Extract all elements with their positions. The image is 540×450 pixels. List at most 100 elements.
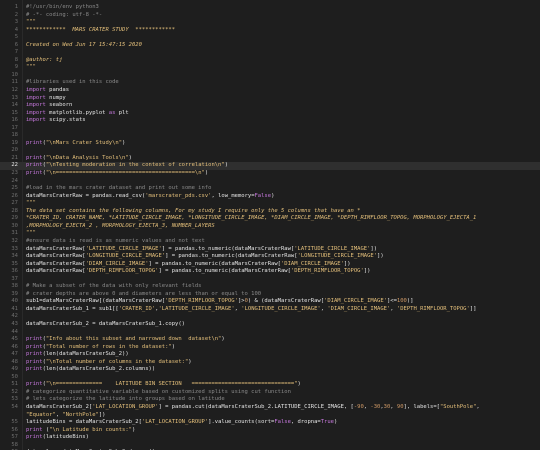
code-line[interactable]: 52 # categorize quantitative variable bas… — [0, 389, 540, 397]
code-line[interactable]: 47 print(len(dataMarsCraterSub_2)) — [0, 351, 540, 359]
code-line[interactable]: 13 import numpy — [0, 95, 540, 103]
code-token-fn: ], labels=[ — [403, 403, 440, 410]
code-token-fn: dataMarsCraterRaw[ — [26, 268, 86, 275]
code-line[interactable]: 58 — [0, 442, 540, 450]
code-token-kw: print — [26, 434, 43, 441]
code-line[interactable]: 11 #libraries used in this code — [0, 79, 540, 87]
code-token-str: 'LATITUDE_CIRCLE_IMAGE' — [294, 245, 371, 252]
code-line[interactable]: 37 — [0, 276, 540, 284]
code-line[interactable]: 15 import matplotlib.pyplot as plt — [0, 110, 540, 118]
code-line[interactable]: 30 ,MORPHOLOGY_EJECTA_2 , MORPHOLOGY_EJEC… — [0, 223, 540, 231]
code-line[interactable]: 46 print("Total number of rows in the dat… — [0, 344, 540, 352]
code-text: dataMarsCraterSub_2 = dataMarsCraterSub_… — [26, 321, 185, 329]
code-token-fn: dataMarsCraterSub_2 = dataMarsCraterSub_… — [26, 320, 185, 327]
line-number: 13 — [11, 94, 18, 101]
code-line[interactable]: 49 print(len(dataMarsCraterSub_2.columns)… — [0, 366, 540, 374]
code-line[interactable]: 3 """ — [0, 19, 540, 27]
code-token-doc: The data set contains the following colu… — [26, 207, 361, 214]
code-line[interactable]: 22 print("\nTesting moderation in the con… — [0, 162, 540, 171]
code-line[interactable]: 19 print("\nMars Crater Study\n") — [0, 140, 540, 148]
code-token-kw: print — [26, 358, 43, 365]
code-token-str: 'LATITUDE_CIRCLE_IMAGE' — [85, 245, 162, 252]
code-line[interactable]: 7 — [0, 49, 540, 57]
code-line[interactable]: 10 — [0, 72, 540, 80]
code-text: dataMarsCraterRaw['LATITUDE_CIRCLE_IMAGE… — [26, 246, 377, 254]
line-number: 54 — [11, 403, 18, 410]
code-line[interactable]: 2 # -*- coding: utf-8 -*- — [0, 12, 540, 20]
code-line[interactable]: 9 """ — [0, 64, 540, 72]
code-line[interactable]: 41 dataMarsCraterSub_1 = sub1[['CRATER_ID… — [0, 306, 540, 314]
code-line[interactable]: 5 — [0, 34, 540, 42]
code-line[interactable]: 23 print("\n=============================… — [0, 170, 540, 178]
code-line[interactable]: 17 — [0, 125, 540, 133]
code-token-fn: ] = pandas.to_numeric(dataMarsCraterRaw[ — [161, 245, 295, 252]
code-line[interactable]: 50 — [0, 374, 540, 382]
code-line[interactable]: 14 import seaborn — [0, 102, 540, 110]
code-line[interactable]: 16 import scipy.stats — [0, 117, 540, 125]
code-line[interactable]: 34 dataMarsCraterRaw['LONGITUDE_CIRCLE_IM… — [0, 253, 540, 261]
code-token-fn: ) — [171, 343, 176, 350]
code-text: # crater depths are above 0 and diameter… — [26, 291, 261, 299]
line-number: 55 — [11, 419, 18, 426]
code-token-fn: ) & (dataMarsCraterRaw[ — [247, 298, 325, 305]
code-line[interactable]: 36 dataMarsCraterRaw['DEPTH_RIMFLOOR_TOPO… — [0, 268, 540, 276]
code-editor[interactable]: 1 #!/usr/bin/env python3 2 # -*- coding: ut… — [0, 0, 540, 450]
code-token-fn: , — [390, 403, 397, 410]
code-token-fn: plt — [115, 109, 129, 116]
code-line[interactable]: 32 #ensure data is read is as numeric val… — [0, 238, 540, 246]
code-line[interactable]: 6 Created on Wed Jun 17 15:47:15 2020 — [0, 42, 540, 50]
code-line[interactable]: 40 sub1=dataMarsCraterRaw[(dataMarsCrater… — [0, 298, 540, 306]
code-line[interactable]: 43 dataMarsCraterSub_2 = dataMarsCraterSu… — [0, 321, 540, 329]
code-token-num: 90 — [396, 403, 404, 410]
line-number: 39 — [11, 290, 18, 297]
line-number: 4 — [14, 26, 18, 33]
code-token-fn: ] = pandas.to_numeric(dataMarsCraterRaw[ — [165, 253, 298, 260]
code-line[interactable]: 54 dataMarsCraterSub_2['LAT_LOCATION_GROU… — [0, 404, 540, 412]
code-line[interactable]: 57 print(latitudeBins) — [0, 434, 540, 442]
code-line[interactable]: "Equator", "NorthPole"]) — [0, 412, 540, 420]
code-line[interactable]: 18 — [0, 132, 540, 140]
code-token-str: "\n Latitude bin counts:" — [49, 426, 132, 433]
code-line[interactable]: 25 #load in the mars crater dataset and p… — [0, 185, 540, 193]
code-token-kw: True — [320, 419, 334, 426]
line-number: 51 — [11, 381, 18, 388]
code-line[interactable]: 51 print("\n============== LATITUDE BIN S… — [0, 381, 540, 389]
code-line[interactable]: 24 — [0, 178, 540, 186]
code-line[interactable]: 12 import pandas — [0, 87, 540, 95]
code-line[interactable]: 44 — [0, 329, 540, 337]
code-text: print("\nTotal number of columns in the … — [26, 359, 192, 367]
code-line[interactable]: 42 — [0, 313, 540, 321]
code-line[interactable]: 27 """ — [0, 200, 540, 208]
code-line[interactable]: 39 # crater depths are above 0 and diamet… — [0, 291, 540, 299]
line-number: 35 — [11, 260, 18, 267]
code-token-fn: )] — [406, 298, 414, 305]
code-line[interactable]: 31 """ — [0, 230, 540, 238]
code-line[interactable]: 45 print("Info about this subset and narr… — [0, 336, 540, 344]
code-token-str: 'DEPTH_RIMFLOOR_TOPOG' — [165, 298, 238, 305]
code-text: dataMarsCraterSub_2['LAT_LOCATION_GROUP'… — [26, 404, 480, 412]
code-line[interactable]: 53 # lets categorize the latitude into gr… — [0, 396, 540, 404]
code-text: dataMarsCraterRaw = pandas.read_csv('mar… — [26, 193, 274, 201]
line-number: 29 — [11, 215, 18, 222]
code-line[interactable]: 1 #!/usr/bin/env python3 — [0, 4, 540, 12]
code-line[interactable]: 55 latitudeBins = dataMarsCraterSub_2['LA… — [0, 419, 540, 427]
code-line[interactable]: 26 dataMarsCraterRaw = pandas.read_csv('m… — [0, 193, 540, 201]
line-number: 46 — [11, 343, 18, 350]
code-line[interactable]: 35 dataMarsCraterRaw['DIAM_CIRCLE_IMAGE']… — [0, 261, 540, 269]
code-line[interactable]: 21 print("\nData Analysis Tools\n") — [0, 155, 540, 163]
line-number: 57 — [11, 434, 18, 441]
code-token-fn: ] = pandas.to_numeric(dataMarsCraterRaw[ — [158, 268, 291, 275]
code-line[interactable]: 33 dataMarsCraterRaw['LATITUDE_CIRCLE_IMA… — [0, 246, 540, 254]
code-line[interactable]: 56 print ("\n Latitude bin counts:") — [0, 427, 540, 435]
code-text: # lets categorize the latitude into grou… — [26, 396, 225, 404]
code-line[interactable]: 38 # Make a subset of the data with only … — [0, 283, 540, 291]
code-line[interactable]: 4 ************ MARS CRATER STUDY ********… — [0, 27, 540, 35]
code-text: print("\nMars Crater Study\n") — [26, 140, 125, 148]
line-number: 53 — [11, 396, 18, 403]
code-line[interactable]: 29 *CRATER_ID, CRATER_NAME, *LATITUDE_CIR… — [0, 215, 540, 223]
code-line[interactable]: 20 — [0, 147, 540, 155]
code-line[interactable]: 28 The data set contains the following co… — [0, 208, 540, 216]
code-line[interactable]: 8 @author: tj — [0, 57, 540, 65]
code-token-fn: (len(dataMarsCraterSub_2.columns)) — [42, 366, 156, 373]
code-line[interactable]: 48 print("\nTotal number of columns in th… — [0, 359, 540, 367]
